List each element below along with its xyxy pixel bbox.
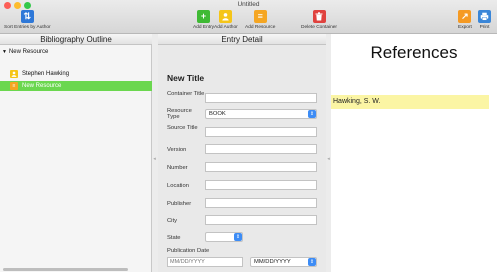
add-resource-button[interactable]: ≡ Add Resource	[245, 10, 275, 30]
number-input[interactable]	[205, 162, 317, 172]
outline-splitter[interactable]: ◂	[152, 45, 157, 272]
delete-container-button[interactable]: Delete Container	[301, 10, 337, 30]
city-input[interactable]	[205, 215, 317, 225]
export-label: Export	[458, 25, 472, 30]
toolbar: Untitled ⇅ Sort Entries by Author + Add …	[0, 0, 497, 34]
version-label: Version	[167, 147, 187, 153]
container-title-label: Container Title	[167, 91, 205, 97]
entry-title: New Title	[167, 73, 205, 83]
resource-type-label: Resource Type	[167, 108, 192, 121]
location-label: Location	[167, 183, 189, 189]
add-resource-label: Add Resource	[245, 25, 276, 30]
tree-item-label: New Resource	[22, 83, 62, 89]
source-title-input[interactable]	[205, 127, 317, 137]
export-icon: ↗	[458, 10, 472, 23]
publication-date-input[interactable]	[167, 257, 243, 267]
tree-root-label: New Resource	[8, 49, 49, 55]
horizontal-scrollbar[interactable]	[3, 268, 128, 271]
print-label: Print	[479, 25, 490, 30]
source-title-label: Source Title	[167, 125, 198, 131]
export-button[interactable]: ↗ Export	[458, 10, 472, 30]
person-icon	[10, 70, 18, 78]
chevron-updown-icon: ⇕	[308, 110, 316, 118]
date-select-value: MM/DD/YYYY	[254, 259, 291, 265]
publication-date-select[interactable]: MM/DD/YYYY ⇕	[250, 257, 317, 267]
version-input[interactable]	[205, 144, 317, 154]
bibliography-outline: ▼ New Resource Stephen Hawking ≡ New Res…	[0, 45, 152, 272]
add-entry-button[interactable]: + Add Entry	[193, 10, 214, 30]
print-button[interactable]: Print	[478, 10, 491, 30]
sort-entries-label: Sort Entries by Author	[4, 25, 51, 30]
container-title-input[interactable]	[205, 93, 317, 103]
tree-item-resource[interactable]: ≡ New Resource	[0, 81, 152, 91]
plus-icon: +	[197, 10, 211, 23]
publication-date-label: Publication Date	[167, 248, 210, 254]
resource-icon: ≡	[10, 82, 18, 90]
tree-root-item[interactable]: ▼ New Resource	[2, 49, 48, 55]
detail-header: Entry Detail	[158, 34, 326, 45]
resource-type-value: BOOK	[209, 111, 226, 117]
add-author-label: Add Author	[214, 25, 238, 30]
state-select[interactable]: ⇕	[205, 232, 243, 242]
outline-header: Bibliography Outline	[0, 34, 152, 45]
window-title: Untitled	[237, 1, 260, 8]
add-entry-label: Add Entry	[193, 25, 215, 30]
disclosure-triangle-icon[interactable]: ▼	[2, 49, 7, 55]
tree-item-label: Stephen Hawking	[22, 71, 70, 77]
chevron-updown-icon: ⇕	[308, 258, 316, 266]
sort-arrows-icon: ⇅	[20, 10, 34, 23]
tree-item-author[interactable]: Stephen Hawking	[0, 69, 152, 79]
publisher-input[interactable]	[205, 198, 317, 208]
delete-container-label: Delete Container	[301, 25, 337, 30]
resource-stack-icon: ≡	[253, 10, 267, 23]
reference-entry[interactable]: Hawking, S. W.	[331, 95, 489, 109]
references-title: References	[370, 43, 458, 62]
add-author-button[interactable]: Add Author	[214, 10, 238, 30]
state-label: State	[167, 235, 181, 241]
number-label: Number	[167, 165, 188, 171]
person-icon	[219, 10, 233, 23]
city-label: City	[167, 218, 177, 224]
resource-type-select[interactable]: BOOK ⇕	[205, 109, 317, 119]
sort-entries-button[interactable]: ⇅ Sort Entries by Author	[4, 10, 51, 30]
printer-icon	[478, 10, 491, 23]
trash-icon	[312, 10, 326, 23]
publisher-label: Publisher	[167, 201, 192, 207]
references-panel: References Hawking, S. W.	[331, 34, 497, 272]
location-input[interactable]	[205, 180, 317, 190]
entry-detail: New Title Container Title Resource Type …	[158, 45, 326, 272]
chevron-updown-icon: ⇕	[234, 233, 242, 241]
